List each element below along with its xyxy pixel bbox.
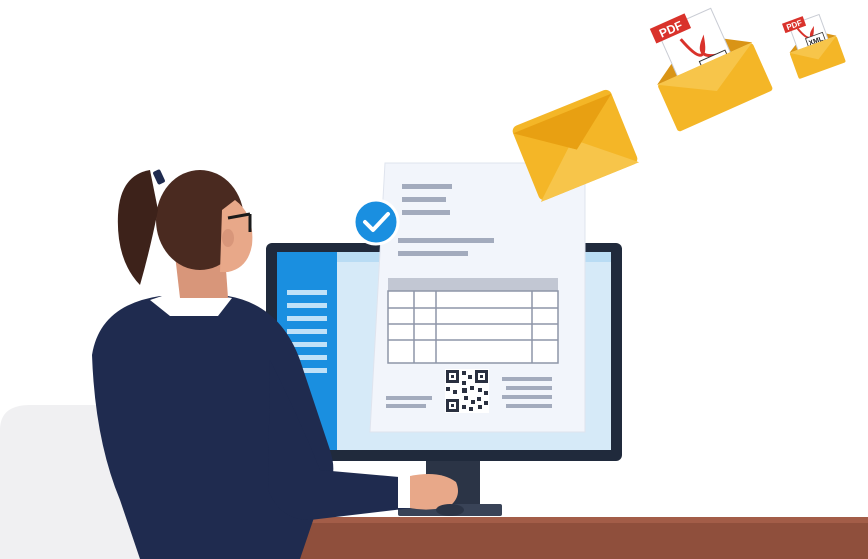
hair-tie [153,169,165,185]
desk [248,517,868,559]
illustration: XML PDF XML PDF [0,0,868,559]
qr-code-icon [445,369,489,413]
envelope-with-files-small: XML PDF [782,13,846,79]
invoice-table [387,278,559,364]
table-header-row [388,278,558,291]
ponytail [117,170,158,285]
envelope-with-files-large: XML PDF [649,7,773,132]
invoice-document [369,162,586,433]
ear [222,229,234,247]
shirt-cuff [398,474,412,508]
check-badge-icon [352,198,400,246]
mouse-icon [436,504,464,516]
invoice-scene: XML PDF XML PDF [0,7,868,559]
